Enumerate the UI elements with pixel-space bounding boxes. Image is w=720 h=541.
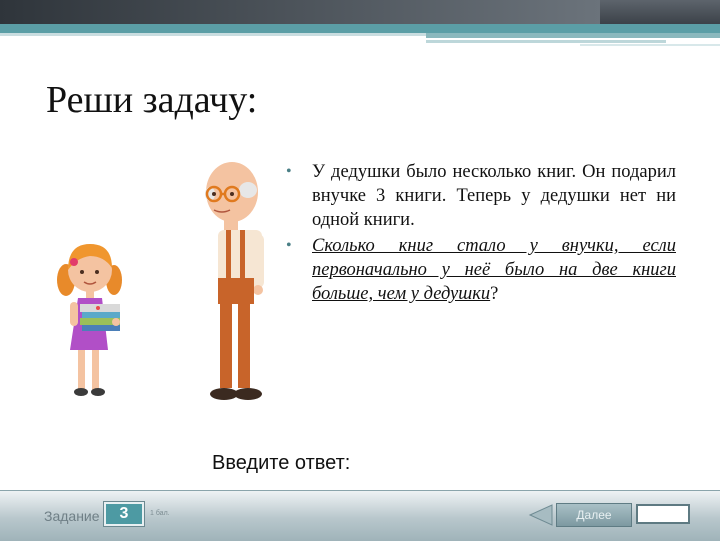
task-text: У дедушки было несколько книг. Он подари… (312, 162, 676, 230)
task-statement: У дедушки было несколько книг. Он подари… (284, 160, 676, 232)
top-decor-gradient (0, 0, 600, 24)
grandfather-illustration (205, 162, 264, 400)
decor-stripe (580, 44, 720, 46)
question-mark: ? (490, 284, 499, 304)
decor-stripe (426, 33, 720, 38)
task-label: Задание (44, 508, 100, 524)
decor-stripe (0, 24, 720, 33)
task-question: Сколько книг стало у внучки, если первон… (284, 234, 676, 306)
task-number-badge: 3 (103, 501, 145, 527)
girl-with-books-illustration (57, 244, 122, 396)
decor-stripe (0, 33, 426, 36)
next-button[interactable]: Далее (556, 503, 632, 527)
answer-input[interactable] (636, 504, 690, 524)
top-decor-bar (0, 0, 720, 24)
points-label: 1 бал. (150, 510, 170, 517)
decor-stripe (426, 40, 666, 43)
task-list: У дедушки было несколько книг. Он подари… (284, 160, 676, 308)
back-arrow-icon[interactable] (528, 503, 554, 527)
answer-prompt: Введите ответ: (212, 452, 351, 474)
slide-title: Реши задачу: (46, 79, 258, 121)
